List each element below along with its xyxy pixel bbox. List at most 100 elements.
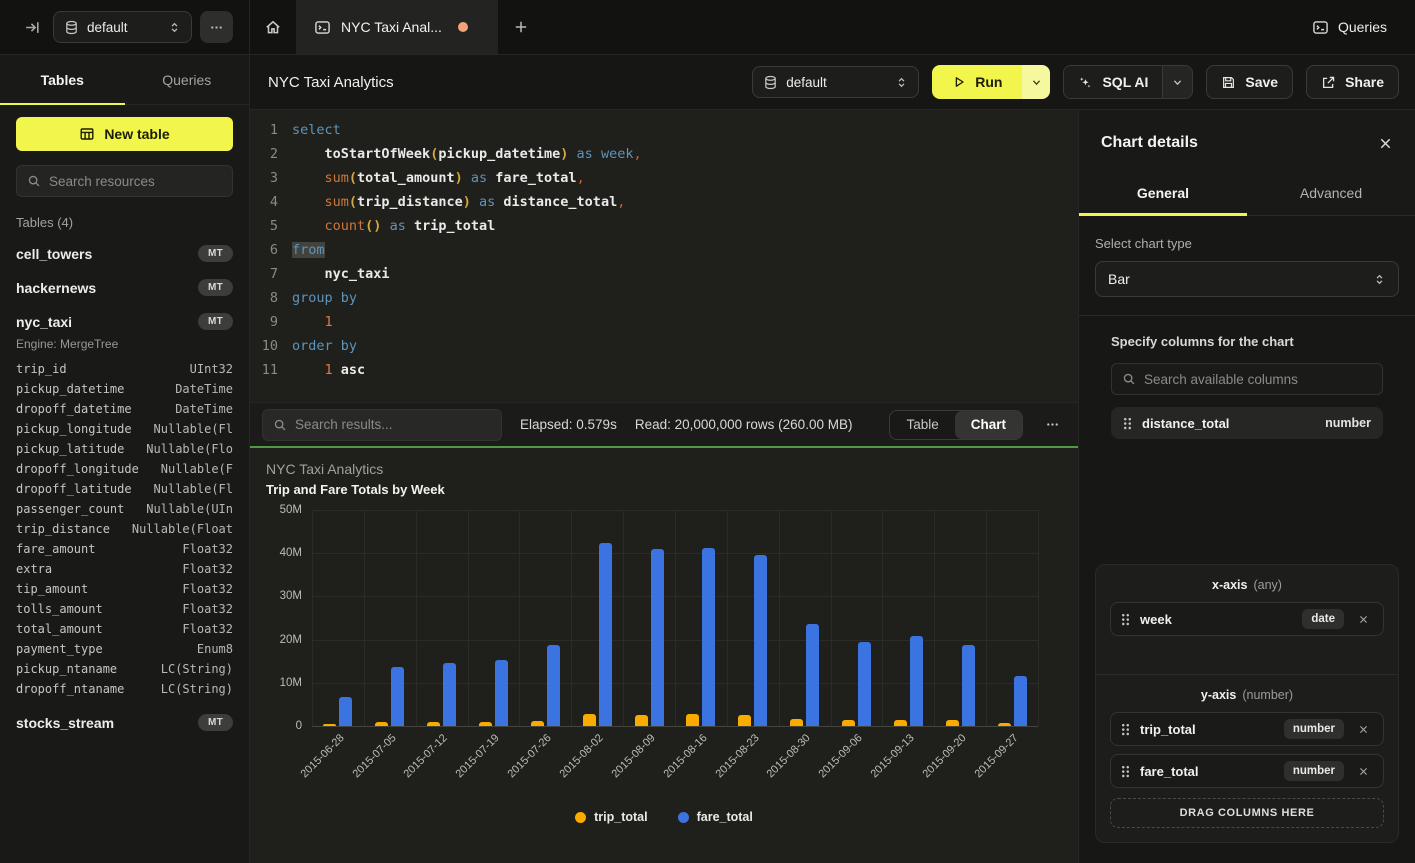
available-column-item[interactable]: distance_totalnumber <box>1111 407 1383 439</box>
legend-item[interactable]: trip_total <box>575 810 647 824</box>
line-number: 9 <box>250 310 278 334</box>
table-view-button[interactable]: Table <box>890 411 954 439</box>
bar-fare_total <box>651 549 664 726</box>
column-row[interactable]: pickup_ntanameLC(String) <box>16 659 233 679</box>
sql-ai-options-button[interactable] <box>1162 66 1192 98</box>
results-search[interactable] <box>262 409 502 441</box>
drag-handle-icon[interactable] <box>1121 613 1130 626</box>
drag-handle-icon[interactable] <box>1121 723 1130 736</box>
column-row[interactable]: dropoff_latitudeNullable(Fl <box>16 479 233 499</box>
axis-column-item[interactable]: trip_totalnumber <box>1110 712 1384 746</box>
sql-ai-button[interactable]: SQL AI <box>1064 66 1162 98</box>
column-row[interactable]: pickup_datetime DateTime <box>16 379 233 399</box>
table-row[interactable]: hackernewsMT <box>16 277 233 298</box>
panel-tab-advanced[interactable]: Advanced <box>1247 172 1415 215</box>
available-columns: distance_totalnumber <box>1111 407 1383 439</box>
chevron-updown-icon <box>168 21 181 34</box>
results-search-input[interactable] <box>295 417 491 432</box>
resource-search[interactable] <box>16 165 233 197</box>
column-name: dropoff_latitude <box>16 479 132 499</box>
sidebar-tab-tables[interactable]: Tables <box>0 55 125 104</box>
column-row[interactable]: payment_typeEnum8 <box>16 639 233 659</box>
column-row[interactable]: passenger_countNullable(UIn <box>16 499 233 519</box>
query-tab[interactable]: NYC Taxi Anal... <box>296 0 498 54</box>
editor-code[interactable]: select toStartOfWeek(pickup_datetime) as… <box>292 118 1078 402</box>
line-number: 6 <box>250 238 278 262</box>
bar-trip_total <box>738 715 751 726</box>
run-options-button[interactable] <box>1022 65 1050 99</box>
column-name: pickup_ntaname <box>16 659 117 679</box>
column-row[interactable]: dropoff_datetimeDateTime <box>16 399 233 419</box>
column-row[interactable]: trip_distanceNullable(Float <box>16 519 233 539</box>
column-row[interactable]: tolls_amountFloat32 <box>16 599 233 619</box>
column-row[interactable]: extraFloat32 <box>16 559 233 579</box>
column-row[interactable]: trip_idUInt32 <box>16 359 233 379</box>
column-row[interactable]: total_amountFloat32 <box>16 619 233 639</box>
drop-zone[interactable]: DRAG COLUMNS HERE <box>1110 798 1384 828</box>
available-column-name: distance_total <box>1142 416 1315 431</box>
save-button[interactable]: Save <box>1206 65 1293 99</box>
home-button[interactable] <box>250 0 296 54</box>
collapse-sidebar-button[interactable] <box>20 15 45 40</box>
chart-view-button[interactable]: Chart <box>955 411 1022 439</box>
table-row[interactable]: stocks_streamMT <box>16 712 233 733</box>
panel-close-button[interactable] <box>1378 136 1393 151</box>
columns-search-input[interactable] <box>1144 372 1372 387</box>
bar-group <box>312 510 364 726</box>
sidebar-tab-queries[interactable]: Queries <box>125 55 250 104</box>
column-name: pickup_datetime <box>16 379 124 399</box>
code-line: nyc_taxi <box>292 262 1078 286</box>
queries-button[interactable]: Queries <box>1312 19 1387 36</box>
table-name: nyc_taxi <box>16 314 72 330</box>
bar-fare_total <box>910 636 923 726</box>
bar-group <box>882 510 934 726</box>
table-list: cell_towersMThackernewsMTnyc_taxiMTEngin… <box>16 243 233 733</box>
axis-column-name: fare_total <box>1140 764 1274 779</box>
axis-column-item[interactable]: fare_totalnumber <box>1110 754 1384 788</box>
database-select[interactable]: default <box>752 66 919 98</box>
y-tick-label: 30M <box>280 590 302 602</box>
drag-handle-icon[interactable] <box>1123 417 1132 430</box>
drag-handle-icon[interactable] <box>1121 765 1130 778</box>
panel-tab-general[interactable]: General <box>1079 172 1247 215</box>
legend-label: trip_total <box>594 810 647 824</box>
remove-column-button[interactable] <box>1354 764 1373 779</box>
remove-column-button[interactable] <box>1354 722 1373 737</box>
axis-column-item[interactable]: weekdate <box>1110 602 1384 636</box>
run-button[interactable]: Run <box>932 65 1022 99</box>
column-row[interactable]: dropoff_ntanameLC(String) <box>16 679 233 699</box>
bar-group <box>519 510 571 726</box>
topbar-more-button[interactable] <box>200 11 233 43</box>
table-row[interactable]: cell_towersMT <box>16 243 233 264</box>
column-type: Nullable(Flo <box>146 439 233 459</box>
remove-column-button[interactable] <box>1354 612 1373 627</box>
column-row[interactable]: dropoff_longitudeNullable(F <box>16 459 233 479</box>
legend-item[interactable]: fare_total <box>678 810 753 824</box>
column-row[interactable]: pickup_longitudeNullable(Fl <box>16 419 233 439</box>
resource-search-input[interactable] <box>49 174 222 189</box>
column-name: trip_id <box>16 359 67 379</box>
sql-editor[interactable]: 1234567891011 select toStartOfWeek(picku… <box>250 110 1078 402</box>
app-window: default NYC Taxi Anal... <box>0 0 1415 863</box>
chart-type-select[interactable]: Bar <box>1095 261 1399 297</box>
table-row[interactable]: nyc_taxiMT <box>16 311 233 332</box>
chart-legend: trip_total fare_total <box>266 804 1062 830</box>
line-number: 3 <box>250 166 278 190</box>
legend-swatch <box>575 812 586 823</box>
results-more-button[interactable] <box>1041 417 1064 432</box>
chart-title: NYC Taxi Analytics <box>266 461 1062 477</box>
tab-title: NYC Taxi Anal... <box>341 19 442 35</box>
new-tab-button[interactable] <box>498 0 544 54</box>
run-split-button: Run <box>932 65 1050 99</box>
share-button[interactable]: Share <box>1306 65 1399 99</box>
column-row[interactable]: fare_amountFloat32 <box>16 539 233 559</box>
column-row[interactable]: pickup_latitudeNullable(Flo <box>16 439 233 459</box>
column-type: DateTime <box>175 379 233 399</box>
column-row[interactable]: tip_amountFloat32 <box>16 579 233 599</box>
columns-search[interactable] <box>1111 363 1383 395</box>
run-label: Run <box>975 74 1002 90</box>
new-table-button[interactable]: New table <box>16 117 233 151</box>
axis-column-name: week <box>1140 612 1292 627</box>
topbar-database-select[interactable]: default <box>53 11 192 43</box>
engine-badge: MT <box>198 714 233 731</box>
